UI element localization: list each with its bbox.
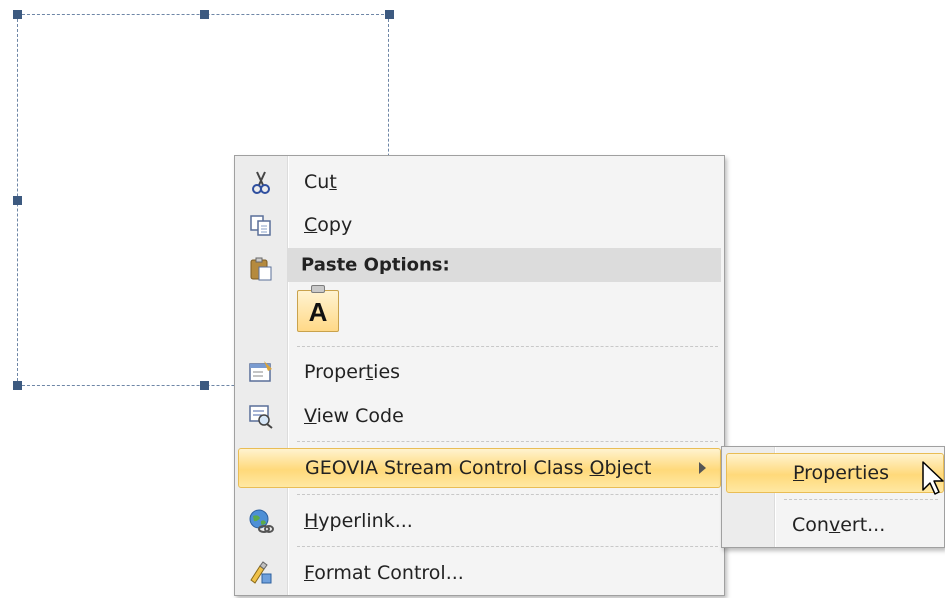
menu-item-view-code[interactable]: View Code	[238, 396, 721, 436]
menu-item-hyperlink[interactable]: Hyperlink...	[238, 501, 721, 541]
submenu-item-convert-label: Convert...	[792, 514, 886, 536]
menu-item-copy-label: Copy	[304, 214, 353, 236]
submenu-item-properties[interactable]: Properties	[726, 453, 944, 493]
menu-item-cut-label: Cut	[304, 171, 337, 193]
submenu-item-convert[interactable]: Convert...	[726, 505, 944, 545]
properties-icon	[249, 361, 272, 382]
menu-separator	[784, 499, 938, 500]
scissors-icon	[252, 171, 270, 194]
paste-keep-text-only-icon	[311, 285, 325, 293]
resize-handle-bottom-center[interactable]	[200, 381, 209, 390]
paste-keep-text-only-button[interactable]: A	[297, 285, 339, 332]
resize-handle-bottom-left[interactable]	[13, 381, 22, 390]
menu-item-cut[interactable]: Cut	[238, 162, 721, 202]
menu-item-view-code-label: View Code	[304, 405, 404, 427]
submenu-arrow-icon	[699, 462, 706, 474]
menu-item-format-control-label: Format Control...	[304, 562, 464, 584]
menu-item-control-object[interactable]: GEOVIA Stream Control Class Object	[238, 448, 721, 488]
context-menu: Cut Copy Paste Options: A Properties Vie…	[234, 155, 725, 596]
menu-item-copy[interactable]: Copy	[238, 205, 721, 245]
resize-handle-top-right[interactable]	[385, 10, 394, 19]
copy-icon	[250, 215, 271, 236]
paste-options-header: Paste Options:	[287, 248, 721, 282]
menu-separator	[297, 546, 718, 547]
menu-item-format-control[interactable]: Format Control...	[238, 553, 721, 593]
paste-options-label: Paste Options:	[301, 254, 450, 276]
resize-handle-top-center[interactable]	[200, 10, 209, 19]
menu-item-hyperlink-label: Hyperlink...	[304, 510, 413, 532]
object-submenu: Properties Convert...	[721, 446, 945, 548]
hyperlink-globe-icon	[249, 509, 274, 533]
menu-separator	[297, 346, 718, 347]
menu-item-properties[interactable]: Properties	[238, 352, 721, 392]
menu-item-properties-label: Properties	[304, 361, 401, 383]
resize-handle-middle-left[interactable]	[13, 196, 22, 205]
submenu-item-properties-label: Properties	[793, 462, 890, 484]
format-control-icon	[250, 561, 272, 584]
paste-clipboard-icon	[250, 257, 272, 281]
resize-handle-top-left[interactable]	[13, 10, 22, 19]
menu-separator	[297, 494, 718, 495]
mouse-pointer-icon	[922, 461, 944, 495]
view-code-icon	[249, 405, 273, 429]
menu-separator	[297, 441, 718, 442]
menu-item-control-object-label: GEOVIA Stream Control Class Object	[305, 457, 652, 479]
